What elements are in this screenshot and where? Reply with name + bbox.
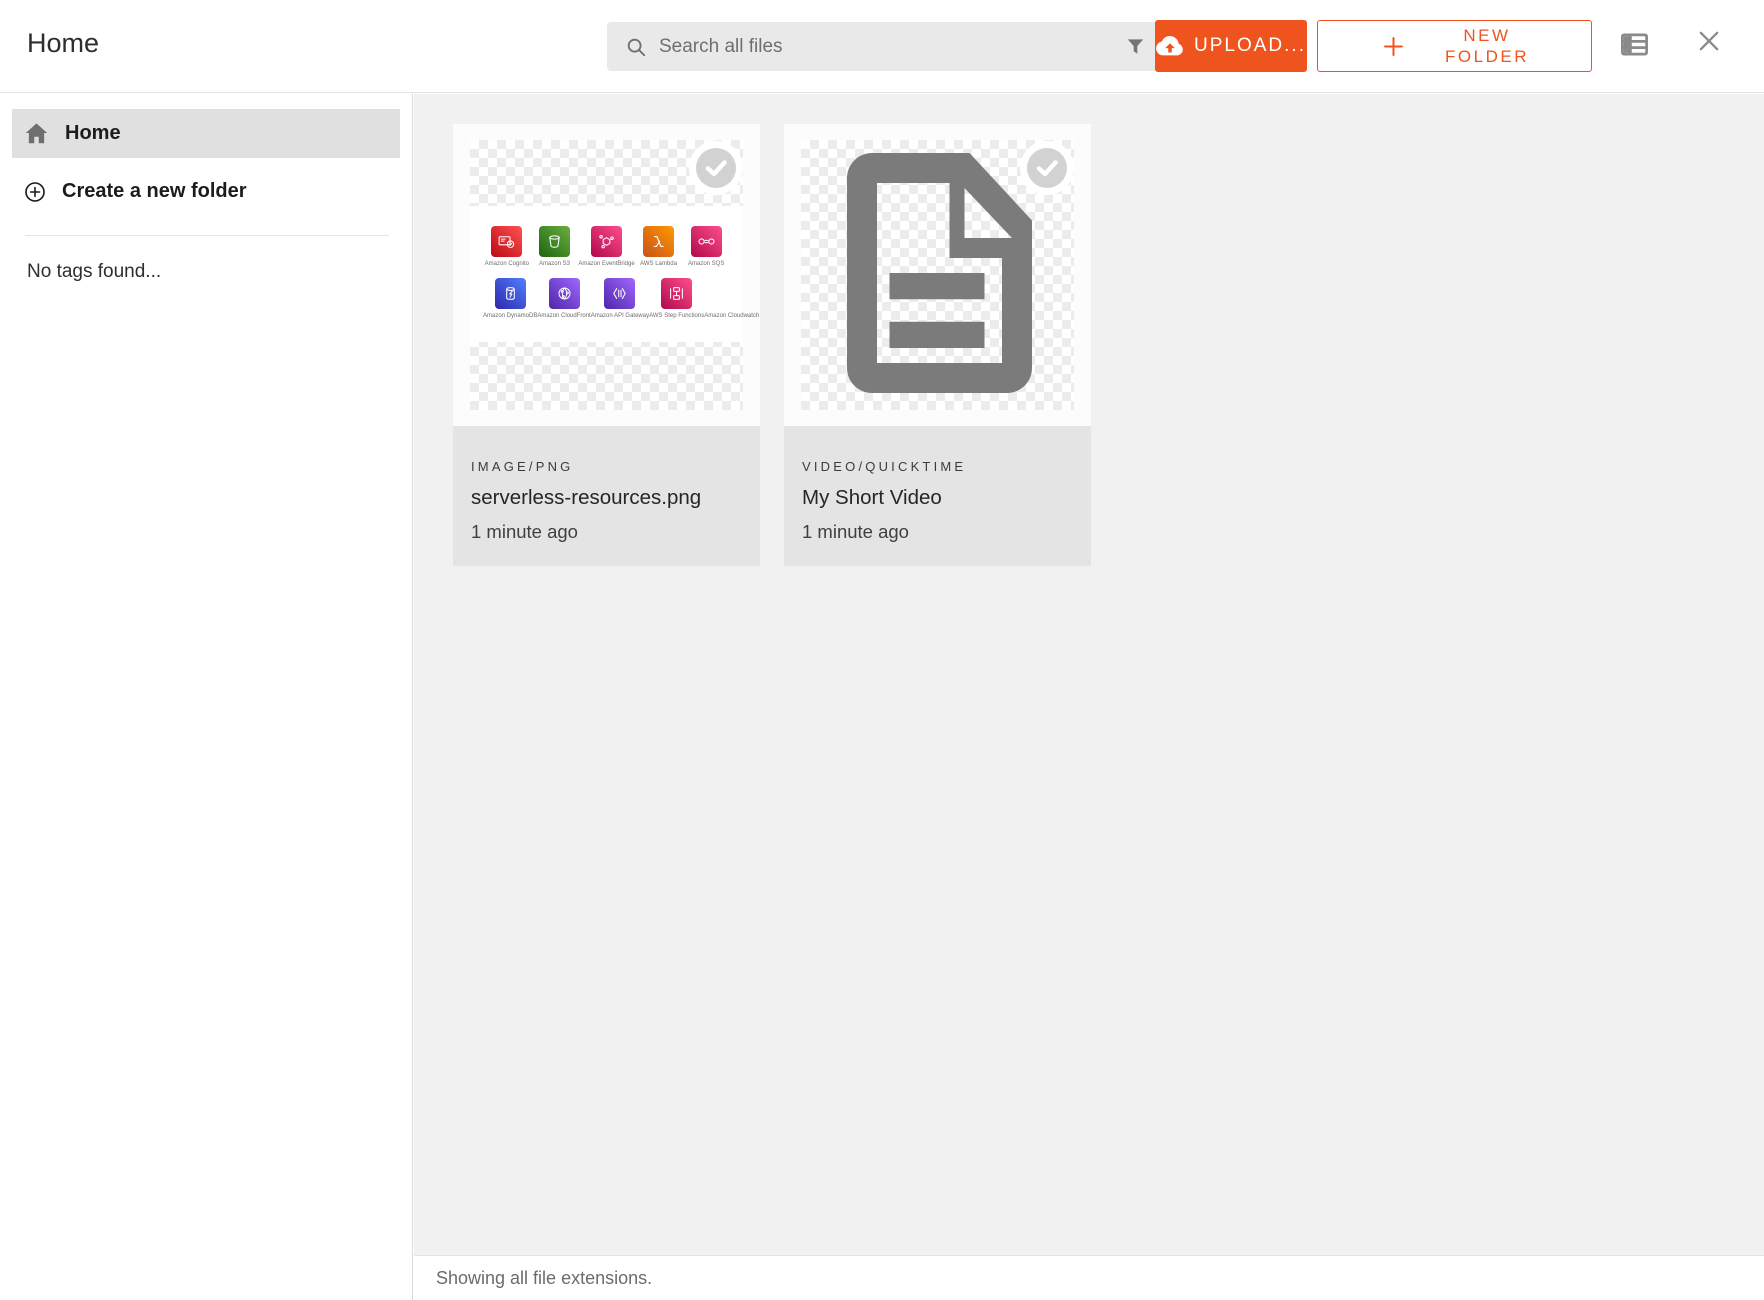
new-folder-button-label: NEW FOLDER [1445,25,1529,68]
file-grid-area: Amazon Cognito Amazon S3 Amazon EventBri… [414,94,1764,1255]
page-title: Home [27,28,99,59]
aws-icon-amazon-cloudfront: Amazon CloudFront [537,278,590,319]
no-tags-text: No tags found... [27,261,412,283]
aws-icon-amazon-api-gateway: Amazon API Gateway [591,278,649,319]
sidebar-item-label: Home [65,122,121,145]
plus-icon [1380,33,1407,60]
close-button[interactable] [1695,27,1723,55]
aws-icon-amazon-dynamodb: Amazon DynamoDB [483,278,537,319]
home-icon [23,120,50,147]
upload-button[interactable]: UPLOAD... [1155,20,1307,72]
aws-icon-amazon-eventbridge: Amazon EventBridge [578,226,634,267]
status-text: Showing all file extensions. [436,1268,652,1289]
file-browser-window: Home UPLOAD... [0,0,1764,1300]
sidebar-item-label: Create a new folder [62,180,247,203]
search-icon [625,36,647,58]
sidebar: Home Create a new folder No tags found..… [0,94,413,1300]
file-type-label: IMAGE/PNG [471,459,742,474]
file-card-serverless-resources[interactable]: Amazon Cognito Amazon S3 Amazon EventBri… [453,124,760,566]
cloud-upload-icon [1156,32,1184,60]
file-type-label: VIDEO/QUICKTIME [802,459,1073,474]
sidebar-item-create-folder[interactable]: Create a new folder [12,167,400,216]
header: Home UPLOAD... [0,0,1764,93]
aws-icon-amazon-sqs: Amazon SQS [682,226,730,267]
aws-icon-aws-step-functions: AWS Step Functions [649,278,704,319]
sidebar-divider [25,235,389,236]
sidebar-item-home[interactable]: Home [12,109,400,158]
aws-icon-amazon-cloudwatch: Amazon Cloudwatch [704,278,759,319]
search-input[interactable] [659,36,1124,58]
list-view-toggle-button[interactable] [1618,28,1651,61]
aws-icon-amazon-s3: Amazon S3 [531,226,579,267]
checkmark-icon [696,148,736,188]
list-view-icon [1618,28,1651,61]
plus-circle-icon [23,180,47,204]
upload-button-label: UPLOAD... [1194,35,1306,57]
filter-icon[interactable] [1124,35,1147,58]
checkmark-icon [1027,148,1067,188]
file-card-my-short-video[interactable]: VIDEO/QUICKTIME My Short Video 1 minute … [784,124,1091,566]
close-icon [1695,27,1723,55]
select-file-checkmark[interactable] [689,141,743,195]
aws-icon-aws-lambda: AWS Lambda [635,226,683,267]
file-meta: IMAGE/PNG serverless-resources.png 1 min… [453,426,760,566]
search-bar[interactable] [607,22,1163,71]
file-name: serverless-resources.png [471,486,742,510]
select-file-checkmark[interactable] [1020,141,1074,195]
document-icon [837,148,1037,403]
file-modified-time: 1 minute ago [802,521,1073,543]
aws-icon-amazon-cognito: Amazon Cognito [483,226,531,267]
aws-icons-band: Amazon Cognito Amazon S3 Amazon EventBri… [470,206,743,342]
file-meta: VIDEO/QUICKTIME My Short Video 1 minute … [784,426,1091,566]
file-name: My Short Video [802,486,1073,510]
status-bar: Showing all file extensions. [414,1255,1764,1300]
file-thumbnail [784,124,1091,426]
file-thumbnail: Amazon Cognito Amazon S3 Amazon EventBri… [453,124,760,426]
new-folder-button[interactable]: NEW FOLDER [1317,20,1592,72]
file-modified-time: 1 minute ago [471,521,742,543]
